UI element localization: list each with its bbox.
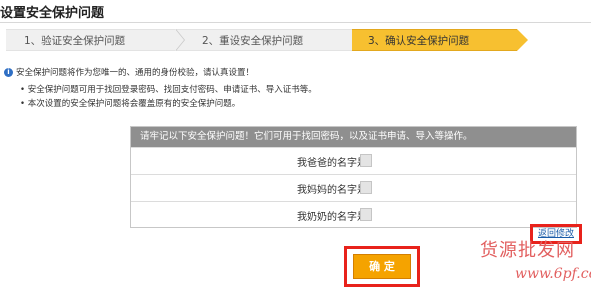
questions-table: 请牢记以下安全保护问题！它们可用于找回密码，以及证书申请、导入等操作。 我爸爸的… bbox=[130, 126, 577, 228]
step-reset: 2、重设安全保护问题 bbox=[176, 29, 352, 51]
title-divider bbox=[0, 22, 591, 23]
watermark-text: 货源批发网 bbox=[480, 240, 575, 261]
question-row-mother: 我妈妈的名字是： bbox=[131, 174, 576, 201]
confirm-button[interactable]: 确 定 bbox=[353, 254, 411, 279]
step-separator-fill bbox=[175, 29, 184, 51]
step-confirm-active: 3、确认安全保护问题 bbox=[352, 29, 517, 51]
info-bullet-2: • 本次设置的安全保护问题将会覆盖原有的安全保护问题。 bbox=[20, 99, 241, 109]
step-verify: 1、验证安全保护问题 bbox=[6, 29, 176, 51]
active-step-arrow-icon bbox=[517, 29, 528, 51]
info-bullet-1: • 安全保护问题可用于找回登录密码、找回支付密码、申请证书、导入证书等。 bbox=[20, 85, 317, 95]
watermark-url: www.6pf.com bbox=[515, 266, 591, 282]
step-progress-bar: 1、验证安全保护问题 2、重设安全保护问题 3、确认安全保护问题 bbox=[6, 29, 528, 51]
question-row-grandmother: 我奶奶的名字是： bbox=[131, 201, 576, 228]
answer-field-father[interactable] bbox=[360, 154, 372, 167]
questions-table-header: 请牢记以下安全保护问题！它们可用于找回密码，以及证书申请、导入等操作。 bbox=[131, 127, 576, 147]
answer-field-grandmother[interactable] bbox=[360, 208, 372, 221]
answer-field-mother[interactable] bbox=[360, 181, 372, 194]
question-row-father: 我爸爸的名字是： bbox=[131, 147, 576, 174]
page-title: 设置安全保护问题 bbox=[0, 6, 105, 21]
info-icon: i bbox=[4, 68, 13, 77]
confirm-button-highlight: 确 定 bbox=[344, 246, 420, 287]
info-main-text: 安全保护问题将作为您唯一的、通用的身份校验，请认真设置！ bbox=[16, 68, 255, 78]
